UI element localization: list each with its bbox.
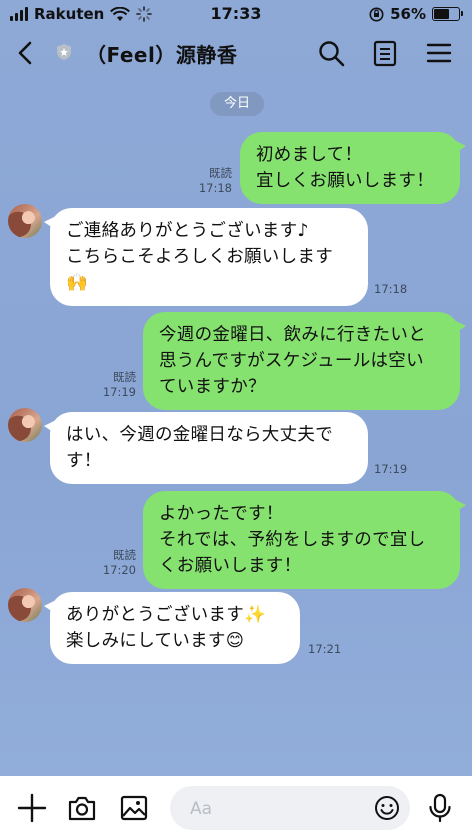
sparkles-emoji: ✨ bbox=[244, 605, 267, 625]
message-text: ご連絡ありがとうございます♪ こちらこそよろしくお願いします bbox=[66, 221, 333, 267]
notes-icon[interactable] bbox=[370, 38, 400, 68]
message-meta: 既読 17:19 bbox=[103, 370, 136, 400]
message-time: 17:20 bbox=[102, 563, 136, 577]
incoming-message[interactable]: はい、今週の金曜日なら大丈夫で す！ bbox=[44, 412, 368, 484]
plus-icon[interactable] bbox=[16, 792, 48, 824]
microphone-icon[interactable] bbox=[424, 792, 456, 824]
menu-icon[interactable] bbox=[424, 38, 454, 68]
outgoing-message[interactable]: 今週の金曜日、飲みに行きたいと 思うんですがスケジュールは空い ていますか？ bbox=[143, 312, 466, 410]
chat-title[interactable]: （Feel）源静香 bbox=[86, 39, 237, 68]
image-icon[interactable] bbox=[118, 792, 150, 824]
emoji-icon[interactable] bbox=[374, 795, 400, 821]
message-text: 楽しみにしています bbox=[66, 631, 226, 651]
outgoing-message[interactable]: 初めまして！ 宜しくお願いします！ bbox=[240, 132, 466, 204]
incoming-message[interactable]: ありがとうございます✨ 楽しみにしています😊 bbox=[44, 592, 300, 664]
message-time: 17:19 bbox=[374, 462, 408, 476]
read-receipt: 既読 bbox=[209, 166, 232, 180]
avatar[interactable] bbox=[8, 588, 42, 622]
camera-icon[interactable] bbox=[66, 792, 98, 824]
shield-icon bbox=[57, 44, 71, 60]
outgoing-message[interactable]: よかったです！ それでは、予約をしますので宜し くお願いします！ bbox=[143, 491, 466, 589]
composer-bar bbox=[0, 776, 472, 840]
message-time: 17:18 bbox=[374, 282, 408, 296]
chat-header: （Feel）源静香 bbox=[0, 28, 472, 80]
hands-emoji: 🙌 bbox=[66, 273, 89, 293]
message-input-box[interactable] bbox=[170, 786, 410, 830]
search-icon[interactable] bbox=[316, 38, 346, 68]
status-bar: Rakuten 17:33 56% bbox=[0, 0, 472, 28]
back-icon[interactable] bbox=[12, 38, 40, 68]
message-time: 17:21 bbox=[308, 642, 342, 656]
incoming-message[interactable]: ご連絡ありがとうございます♪ こちらこそよろしくお願いします 🙌 bbox=[44, 208, 368, 306]
battery-icon bbox=[432, 7, 463, 21]
date-separator: 今日 bbox=[210, 92, 264, 116]
orientation-lock-icon bbox=[369, 7, 384, 21]
read-receipt: 既読 bbox=[113, 370, 136, 384]
message-time: 17:19 bbox=[102, 385, 136, 399]
message-text: ありがとうございます bbox=[66, 605, 244, 625]
message-meta: 既読 17:20 bbox=[103, 548, 136, 578]
message-meta: 既読 17:18 bbox=[199, 166, 232, 196]
message-input[interactable] bbox=[188, 796, 362, 822]
read-receipt: 既読 bbox=[113, 548, 136, 562]
message-time: 17:18 bbox=[198, 181, 232, 195]
smiling-emoji: 😊 bbox=[225, 631, 245, 651]
avatar[interactable] bbox=[8, 408, 42, 442]
avatar[interactable] bbox=[8, 204, 42, 238]
battery-percent: 56% bbox=[390, 5, 426, 23]
